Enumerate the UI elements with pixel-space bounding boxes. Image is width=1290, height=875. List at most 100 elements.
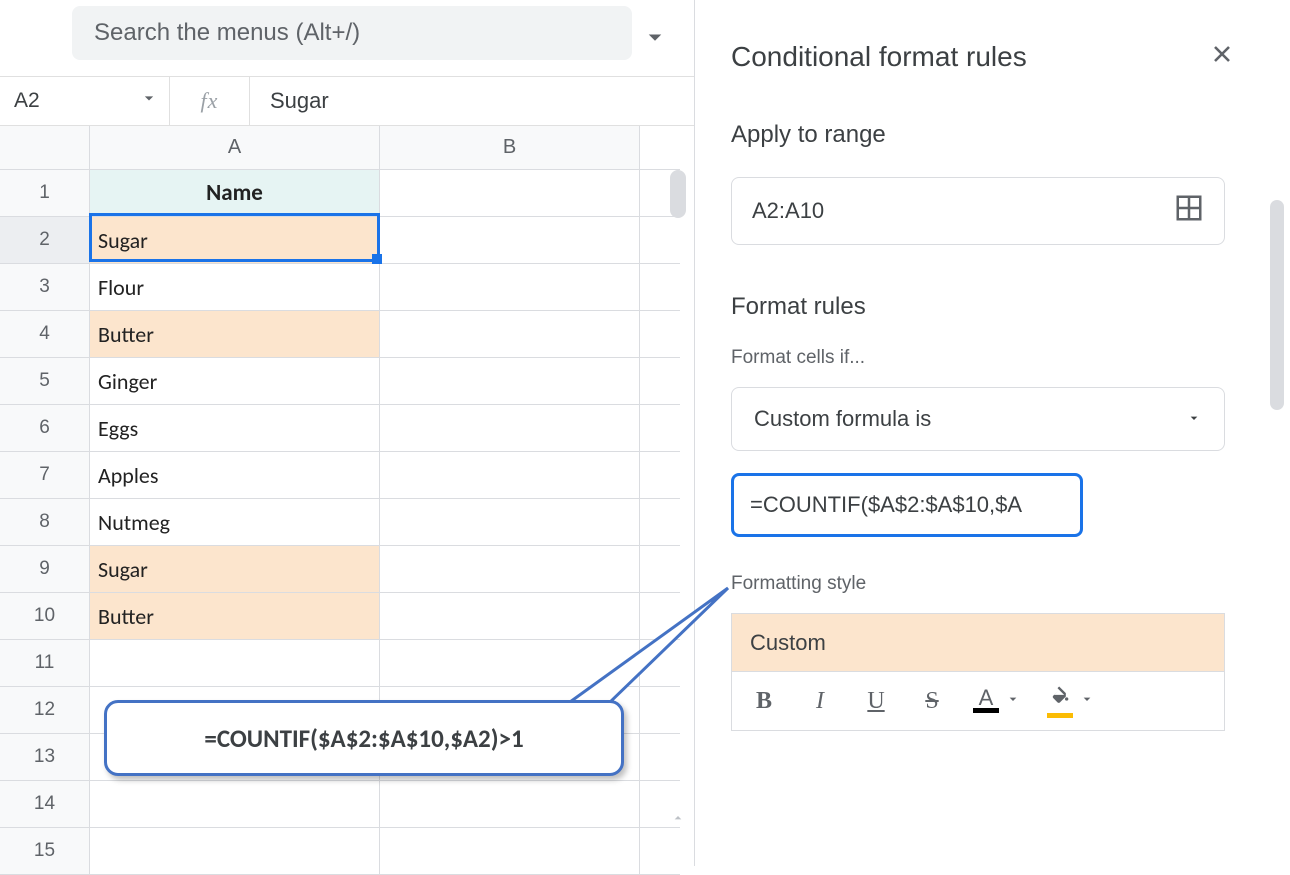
- custom-formula-input[interactable]: =COUNTIF($A$2:$A$10,$A: [731, 473, 1083, 537]
- select-range-icon[interactable]: [1174, 193, 1204, 229]
- caret-down-icon: [1186, 406, 1202, 432]
- cell[interactable]: Ginger: [90, 358, 380, 404]
- table-row: 5Ginger: [0, 358, 680, 405]
- cell[interactable]: Nutmeg: [90, 499, 380, 545]
- table-row: 8Nutmeg: [0, 499, 680, 546]
- bold-glyph: B: [756, 688, 772, 715]
- underline-button[interactable]: U: [850, 680, 902, 722]
- cell[interactable]: [380, 358, 640, 404]
- cell[interactable]: [380, 828, 640, 874]
- column-header-b[interactable]: B: [380, 126, 640, 169]
- fill-color-button[interactable]: [1036, 680, 1106, 722]
- row-header[interactable]: 2: [0, 217, 90, 263]
- row-header[interactable]: 10: [0, 593, 90, 639]
- sidepanel-scrollbar[interactable]: [1270, 200, 1284, 410]
- text-color-swatch: [973, 708, 999, 713]
- cell[interactable]: Sugar: [90, 217, 380, 263]
- style-toolbar: B I U S A: [731, 671, 1225, 731]
- row-header[interactable]: 6: [0, 405, 90, 451]
- fill-color-swatch: [1047, 713, 1073, 718]
- strike-glyph: S: [925, 688, 938, 715]
- text-color-button[interactable]: A: [962, 680, 1032, 722]
- row-header[interactable]: 8: [0, 499, 90, 545]
- cell[interactable]: Butter: [90, 311, 380, 357]
- cell[interactable]: Butter: [90, 593, 380, 639]
- cell[interactable]: [380, 311, 640, 357]
- column-headers: A B: [0, 126, 680, 170]
- italic-button[interactable]: I: [794, 680, 846, 722]
- style-name: Custom: [750, 630, 826, 656]
- formula-bar-value: Sugar: [270, 88, 329, 113]
- cell[interactable]: [380, 405, 640, 451]
- table-row: 1Name: [0, 170, 680, 217]
- cell[interactable]: [380, 499, 640, 545]
- formula-bar[interactable]: Sugar: [250, 88, 700, 114]
- cell[interactable]: Sugar: [90, 546, 380, 592]
- style-preview[interactable]: Custom: [731, 613, 1225, 671]
- formula-value: =COUNTIF($A$2:$A$10,$A: [750, 492, 1022, 518]
- condition-select[interactable]: Custom formula is: [731, 387, 1225, 451]
- table-row: 6Eggs: [0, 405, 680, 452]
- table-row: 15: [0, 828, 680, 875]
- strike-button[interactable]: S: [906, 680, 958, 722]
- cell[interactable]: Flour: [90, 264, 380, 310]
- format-cells-if-label: Format cells if...: [731, 347, 1290, 369]
- row-header[interactable]: 14: [0, 781, 90, 827]
- row-header[interactable]: 4: [0, 311, 90, 357]
- cell[interactable]: Eggs: [90, 405, 380, 451]
- row-header[interactable]: 7: [0, 452, 90, 498]
- table-row: 2Sugar: [0, 217, 680, 264]
- caret-down-icon: [1005, 691, 1021, 712]
- condition-value: Custom formula is: [754, 406, 931, 432]
- cell[interactable]: [380, 170, 640, 216]
- table-row: 4Butter: [0, 311, 680, 358]
- cell[interactable]: [90, 640, 380, 686]
- row-header[interactable]: 13: [0, 734, 90, 780]
- row-header[interactable]: 5: [0, 358, 90, 404]
- range-value: A2:A10: [752, 198, 824, 224]
- name-box-value: A2: [14, 89, 40, 113]
- apply-to-range-input[interactable]: A2:A10: [731, 177, 1225, 245]
- cell[interactable]: Name: [90, 170, 380, 216]
- caret-down-icon: [1079, 691, 1095, 712]
- conditional-format-sidepanel: Conditional format rules Apply to range …: [694, 0, 1290, 866]
- cell[interactable]: [380, 264, 640, 310]
- row-header[interactable]: 11: [0, 640, 90, 686]
- row-header[interactable]: 3: [0, 264, 90, 310]
- select-all-corner[interactable]: [0, 126, 90, 169]
- sidepanel-title: Conditional format rules: [731, 41, 1027, 73]
- cell[interactable]: [380, 217, 640, 263]
- callout-text: =COUNTIF($A$2:$A$10,$A2)>1: [204, 723, 523, 754]
- formula-callout: =COUNTIF($A$2:$A$10,$A2)>1: [104, 700, 624, 776]
- row-header[interactable]: 9: [0, 546, 90, 592]
- name-box-caret-icon[interactable]: [139, 88, 159, 114]
- paint-bucket-icon: [1049, 684, 1071, 709]
- row-header[interactable]: 12: [0, 687, 90, 733]
- text-color-glyph: A: [979, 690, 994, 706]
- italic-glyph: I: [816, 688, 824, 715]
- table-row: 14: [0, 781, 680, 828]
- vertical-scrollbar[interactable]: [670, 170, 686, 218]
- bold-button[interactable]: B: [738, 680, 790, 722]
- cell[interactable]: Apples: [90, 452, 380, 498]
- name-box[interactable]: A2: [0, 77, 170, 125]
- fx-icon: fx: [170, 77, 250, 125]
- cell[interactable]: [90, 781, 380, 827]
- underline-glyph: U: [867, 688, 884, 715]
- close-button[interactable]: [1208, 40, 1236, 73]
- table-row: 7Apples: [0, 452, 680, 499]
- cell[interactable]: [380, 781, 640, 827]
- table-row: 3Flour: [0, 264, 680, 311]
- menu-search-placeholder: Search the menus (Alt+/): [94, 19, 360, 47]
- apply-to-range-label: Apply to range: [731, 121, 1290, 149]
- row-header[interactable]: 15: [0, 828, 90, 874]
- formatting-style-label: Formatting style: [731, 573, 1290, 595]
- scroll-up-arrow-icon[interactable]: [670, 810, 686, 831]
- column-header-a[interactable]: A: [90, 126, 380, 169]
- menu-search[interactable]: Search the menus (Alt+/): [72, 6, 632, 60]
- cell[interactable]: [380, 452, 640, 498]
- row-header[interactable]: 1: [0, 170, 90, 216]
- menu-search-caret-icon[interactable]: [640, 22, 670, 57]
- cell[interactable]: [90, 828, 380, 874]
- format-rules-label: Format rules: [731, 293, 1290, 321]
